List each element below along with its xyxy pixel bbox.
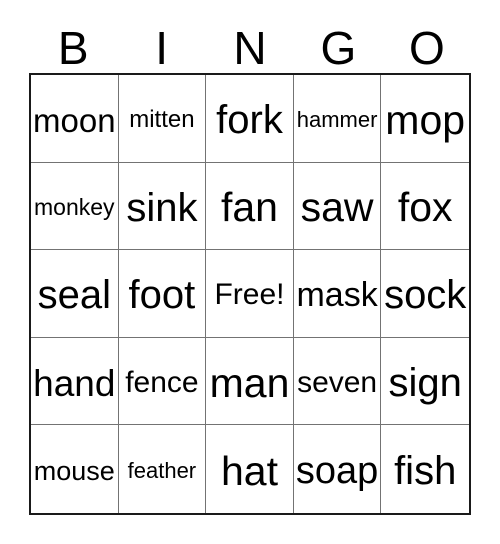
bingo-header-letter-n: N xyxy=(233,22,267,74)
bingo-header-letter-o: O xyxy=(408,22,445,74)
bingo-cell[interactable]: sink xyxy=(118,162,207,251)
bingo-cell[interactable]: fence xyxy=(118,337,207,426)
bingo-cell[interactable]: man xyxy=(206,337,294,426)
bingo-cell-label: fork xyxy=(216,98,283,143)
bingo-cell[interactable]: mask xyxy=(293,250,382,338)
bingo-cell-label: fox xyxy=(397,184,453,231)
bingo-cell[interactable]: fan xyxy=(206,162,294,251)
bingo-cell-label: feather xyxy=(127,458,197,484)
bingo-cell-label: mop xyxy=(385,96,466,143)
bingo-cell[interactable]: moon xyxy=(31,75,119,163)
bingo-free-space[interactable]: Free! xyxy=(206,250,294,338)
bingo-cell-label: moon xyxy=(33,101,116,139)
bingo-cell[interactable]: hat xyxy=(206,425,294,513)
bingo-cell-label: fence xyxy=(125,366,199,400)
bingo-cell-label: seal xyxy=(37,273,111,318)
bingo-cell-label: saw xyxy=(300,184,374,231)
bingo-cell[interactable]: monkey xyxy=(31,162,119,251)
bingo-cell[interactable]: fox xyxy=(381,162,469,251)
bingo-cell[interactable]: foot xyxy=(118,250,207,338)
bingo-cell[interactable]: fish xyxy=(381,425,469,513)
bingo-cell[interactable]: fork xyxy=(206,75,294,163)
bingo-header-letter-g: G xyxy=(320,22,357,74)
bingo-header-letter-i: I xyxy=(155,22,168,74)
bingo-cell-label: hat xyxy=(220,447,278,494)
bingo-cell-label: hand xyxy=(33,362,116,404)
bingo-cell[interactable]: sign xyxy=(381,337,469,426)
bingo-cell-label: mask xyxy=(296,276,378,315)
bingo-cell[interactable]: mop xyxy=(381,75,469,163)
bingo-cell[interactable]: seal xyxy=(31,250,119,338)
bingo-cell[interactable]: mouse xyxy=(31,425,119,513)
bingo-cell-label: sink xyxy=(126,185,198,230)
bingo-cell[interactable]: sock xyxy=(381,250,469,338)
bingo-cell-label: fish xyxy=(394,449,457,494)
bingo-cell-label: foot xyxy=(128,273,196,318)
bingo-cell-label: mouse xyxy=(33,455,115,486)
bingo-cell-label: sign xyxy=(388,361,462,406)
bingo-cell[interactable]: hand xyxy=(31,337,119,426)
bingo-cell[interactable]: seven xyxy=(293,337,382,426)
bingo-cell-label: sock xyxy=(384,273,467,318)
bingo-cell-label: hammer xyxy=(296,107,378,133)
bingo-cell-label: fan xyxy=(220,184,278,231)
bingo-grid: moon mitten fork hammer mop monkey sink fan saw f… xyxy=(29,73,471,515)
bingo-cell-label: Free! xyxy=(214,278,285,312)
bingo-header: B I N GO xyxy=(29,16,471,73)
bingo-cell-label: man xyxy=(209,359,290,406)
bingo-header-letter-b: B xyxy=(57,22,89,74)
bingo-card: BINGO moon mitten fork hammer mop monkey sink f… xyxy=(0,0,500,544)
bingo-cell[interactable]: saw xyxy=(293,162,382,251)
bingo-cell-label: mitten xyxy=(129,106,195,134)
bingo-cell[interactable]: soap xyxy=(293,425,382,513)
bingo-cell[interactable]: feather xyxy=(118,425,207,513)
bingo-cell-label: seven xyxy=(297,366,378,400)
bingo-cell[interactable]: hammer xyxy=(293,75,382,163)
bingo-cell-label: soap xyxy=(295,450,379,493)
bingo-cell-label: monkey xyxy=(34,194,115,221)
bingo-cell[interactable]: mitten xyxy=(118,75,207,163)
